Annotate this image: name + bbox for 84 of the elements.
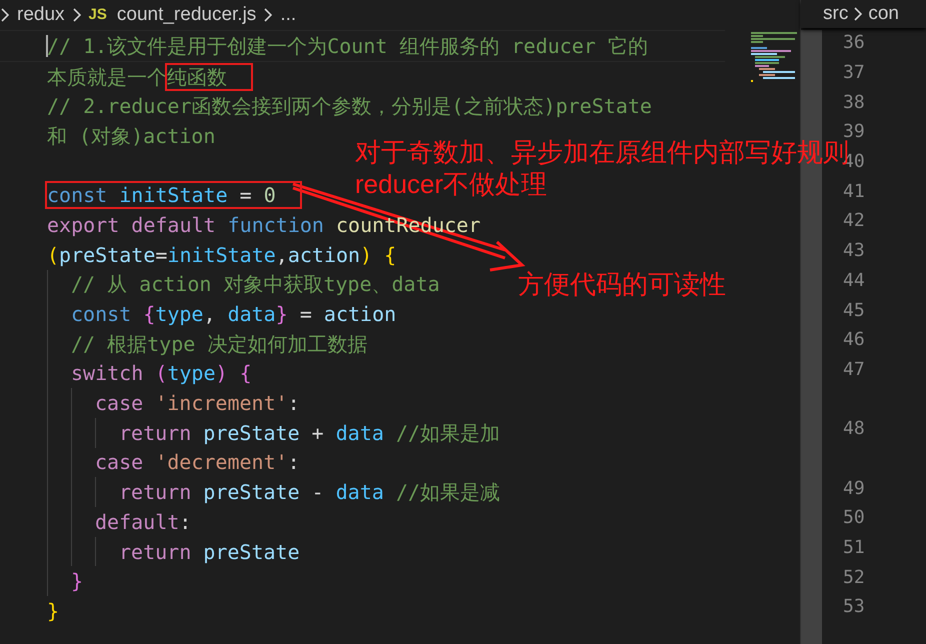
- code-token: preState: [203, 538, 300, 566]
- code-token: function: [228, 212, 325, 239]
- line-number: 51: [843, 536, 865, 560]
- text-cursor: [46, 35, 48, 57]
- line-number: 50: [843, 506, 865, 530]
- code-token: export default: [47, 212, 217, 239]
- code-token: return: [119, 420, 192, 447]
- code-token: action: [288, 242, 360, 269]
- code-token: preState: [59, 242, 156, 269]
- code-token: :: [288, 449, 300, 476]
- code-token: ) {: [216, 360, 252, 388]
- code-token: }: [47, 598, 60, 625]
- line-number: 38: [843, 90, 865, 115]
- code-token: {: [143, 301, 156, 328]
- code-token: // 根据type 决定如何加工数据: [71, 330, 368, 358]
- code-token: default: [95, 508, 180, 536]
- line-number: 41: [843, 180, 865, 204]
- breadcrumb-item[interactable]: redux: [17, 0, 65, 30]
- code-token: +: [310, 420, 325, 447]
- line-number: 48: [843, 417, 865, 442]
- code-token: 0: [264, 182, 276, 210]
- line-number: 44: [843, 268, 865, 293]
- code-token: 和 (对象)action: [47, 122, 216, 150]
- code-token: :: [179, 508, 192, 536]
- line-number: 43: [843, 239, 865, 264]
- code-token: const: [71, 301, 132, 328]
- line-number: 45: [843, 298, 865, 323]
- minimap-drawing: [751, 32, 797, 82]
- code-token: (: [47, 242, 60, 269]
- chevron-icon: [72, 8, 81, 22]
- code-token: preState: [203, 479, 300, 506]
- code-token: ,: [203, 301, 217, 328]
- code-token: //如果是减: [394, 479, 500, 506]
- code-token: =: [238, 182, 253, 210]
- code-token: type: [167, 360, 216, 388]
- code-token: =: [298, 301, 313, 328]
- code-token: switch: [71, 360, 144, 388]
- code-token: ) {: [360, 242, 396, 269]
- chevron-icon: [854, 7, 862, 21]
- code-token: initState: [119, 182, 228, 210]
- code-token: // 2.reducer函数会接到两个参数，分别是(之前状态)preState: [47, 93, 652, 120]
- code-token: // 从 action 对象中获取type、data: [71, 271, 440, 298]
- line-number: 52: [843, 566, 865, 590]
- line-number: 46: [843, 328, 865, 352]
- code-token: case: [95, 390, 144, 418]
- code-token: type: [155, 301, 204, 328]
- line-number: 47: [843, 358, 865, 382]
- code-token: }: [71, 568, 84, 596]
- code-token: return: [119, 479, 192, 506]
- code-token: data: [228, 301, 276, 328]
- annotation-text: 方便代码的可读性: [518, 268, 726, 300]
- breadcrumb-item[interactable]: count_reducer.js: [116, 0, 256, 30]
- code-token: data: [336, 420, 384, 447]
- code-token: }: [276, 301, 288, 328]
- code-token: -: [310, 479, 325, 506]
- code-token: 'decrement': [155, 449, 288, 476]
- chevron-icon: [1, 8, 9, 22]
- code-token: preState: [203, 420, 300, 447]
- code-token: =: [155, 242, 168, 269]
- breadcrumb-item[interactable]: src: [823, 0, 848, 28]
- line-number: 53: [843, 595, 865, 620]
- code-token: case: [95, 449, 144, 476]
- line-number: 42: [843, 209, 865, 234]
- line-number: 49: [843, 476, 865, 501]
- breadcrumb-item[interactable]: con: [868, 0, 899, 28]
- chevron-icon: [264, 8, 272, 22]
- code-token: // 1.该文件是用于创建一个为Count 组件服务的 reducer 它的: [47, 32, 648, 60]
- code-token: action: [324, 301, 396, 328]
- code-token: //如果是加: [394, 420, 500, 447]
- line-number: 36: [843, 31, 865, 56]
- js-file-icon: JS: [88, 4, 107, 26]
- annotation-text: reducer不做处理: [355, 168, 548, 200]
- code-token: return: [119, 538, 192, 566]
- code-token: ,: [276, 242, 288, 269]
- code-token: 纯函数: [167, 64, 227, 91]
- code-token: data: [336, 479, 384, 506]
- code-token: const: [47, 182, 108, 210]
- code-token: 'increment': [155, 390, 288, 418]
- line-number: 37: [843, 61, 865, 86]
- breadcrumb-more[interactable]: ...: [280, 0, 296, 30]
- code-token: (: [155, 360, 168, 388]
- code-token: initState: [167, 242, 276, 269]
- code-token: 本质就是一个: [47, 64, 167, 91]
- code-token: :: [288, 390, 300, 418]
